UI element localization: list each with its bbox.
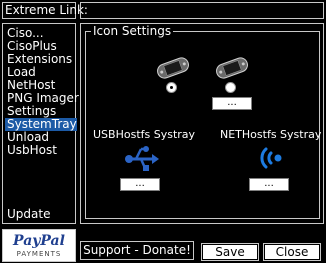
sidebar: Ciso... CisoPlus Extensions Load NetHost… — [2, 23, 79, 224]
close-button[interactable]: Close — [263, 243, 321, 261]
top-bar — [80, 2, 324, 19]
paypal-payments-text: PAYMENTS — [16, 250, 62, 258]
group-title: Icon Settings — [91, 24, 174, 38]
psp-device-icon — [216, 57, 248, 79]
paypal-logo[interactable]: PayPal PAYMENTS — [2, 229, 76, 262]
window-title: Extreme Link: — [2, 2, 88, 19]
icon-radio-left[interactable] — [166, 82, 177, 93]
paypal-wordmark: PayPal — [13, 233, 65, 249]
sidebar-item-usbhost[interactable]: UsbHost — [5, 144, 77, 157]
sidebar-item-update[interactable]: Update — [5, 208, 77, 221]
wireless-signal-icon — [260, 147, 282, 169]
usb-systray-label: USBHostfs Systray — [93, 128, 196, 141]
icon-radio-right[interactable] — [225, 82, 236, 93]
net-systray-label: NETHostfs Systray — [220, 128, 322, 141]
browse-button-net-icon[interactable]: ... — [249, 178, 289, 191]
browse-button-icon-right[interactable]: ... — [212, 97, 252, 110]
psp-device-icon — [157, 57, 189, 79]
usb-icon — [125, 146, 159, 171]
support-donate-button[interactable]: Support - Donate! — [80, 241, 194, 260]
browse-button-usb-icon[interactable]: ... — [120, 178, 160, 191]
save-button[interactable]: Save — [201, 243, 259, 261]
